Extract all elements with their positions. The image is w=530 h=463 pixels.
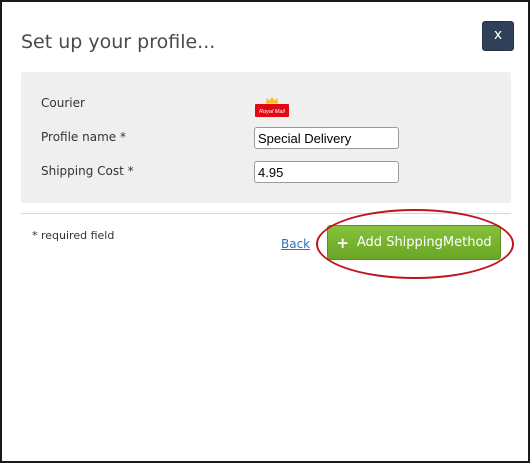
divider <box>21 213 511 214</box>
profile-name-label: Profile name * <box>41 130 126 144</box>
profile-form-panel: Courier Royal Mail Profile name * Shippi… <box>21 72 511 203</box>
dialog-title: Set up your profile... <box>21 31 216 53</box>
shipping-cost-input[interactable] <box>254 161 399 183</box>
required-field-note: * required field <box>32 229 115 242</box>
profile-name-input[interactable] <box>254 127 399 149</box>
plus-icon: + <box>336 233 349 252</box>
profile-dialog: Set up your profile... x Courier Royal M… <box>0 0 530 463</box>
add-shipping-method-label: Add ShippingMethod <box>356 235 492 250</box>
royal-mail-logo-icon: Royal Mail <box>255 97 289 117</box>
back-link[interactable]: Back <box>281 237 310 251</box>
close-button[interactable]: x <box>482 21 514 51</box>
add-shipping-method-button[interactable]: + Add ShippingMethod <box>327 225 501 260</box>
courier-label: Courier <box>41 96 85 110</box>
royal-mail-logo-text: Royal Mail <box>259 109 285 115</box>
shipping-cost-label: Shipping Cost * <box>41 164 134 178</box>
